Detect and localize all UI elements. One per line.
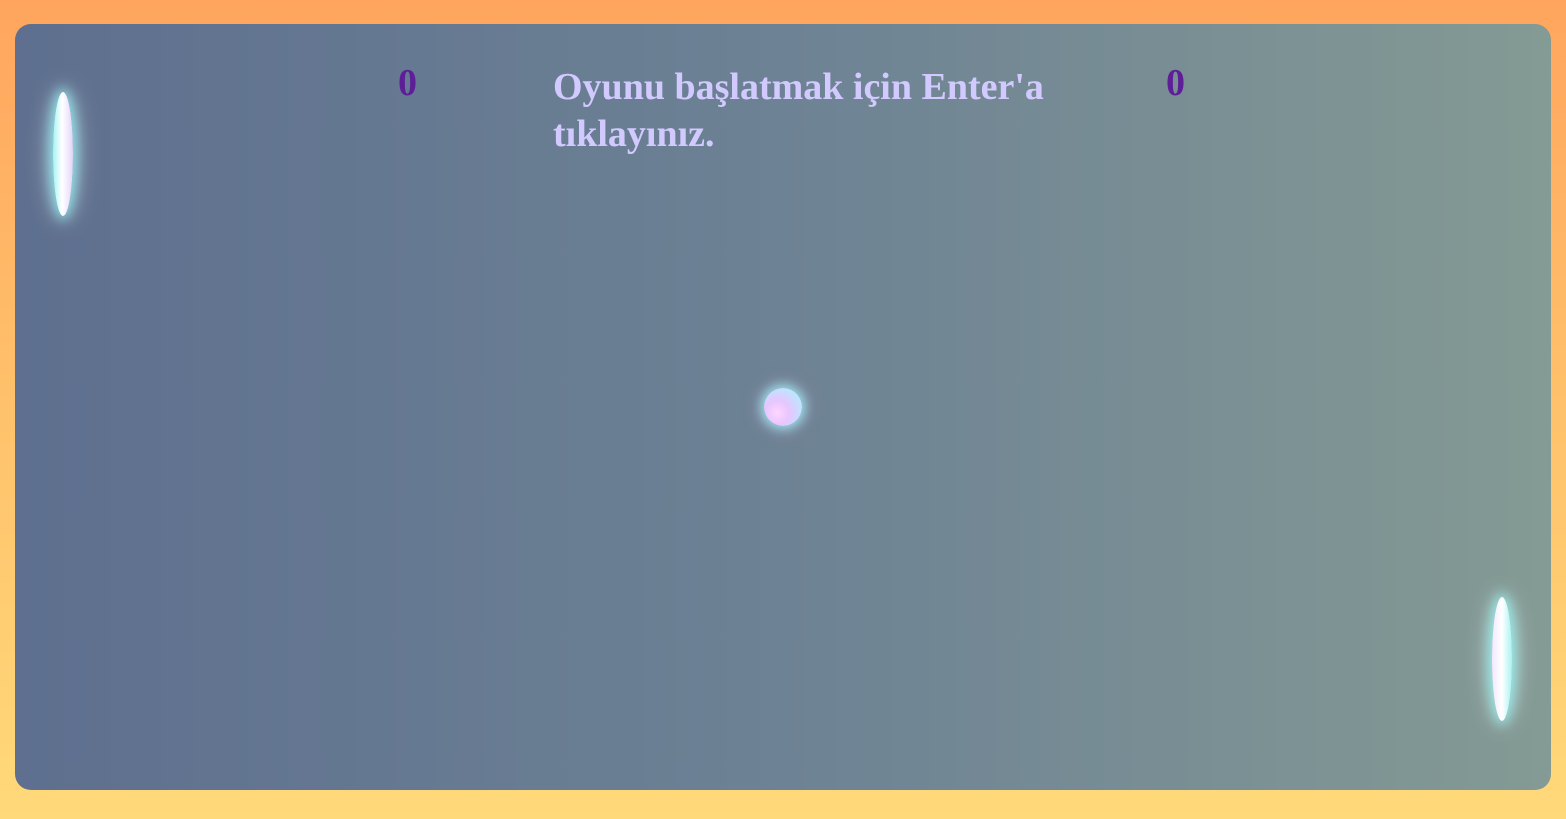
right-player-score: 0 (1166, 62, 1185, 104)
left-paddle (53, 92, 73, 216)
left-player-score: 0 (398, 62, 417, 104)
game-board[interactable]: 0 Oyunu başlatmak için Enter'a tıklayını… (15, 24, 1551, 790)
ball (764, 388, 802, 426)
right-paddle (1492, 597, 1512, 721)
start-message: Oyunu başlatmak için Enter'a tıklayınız. (553, 66, 1044, 155)
